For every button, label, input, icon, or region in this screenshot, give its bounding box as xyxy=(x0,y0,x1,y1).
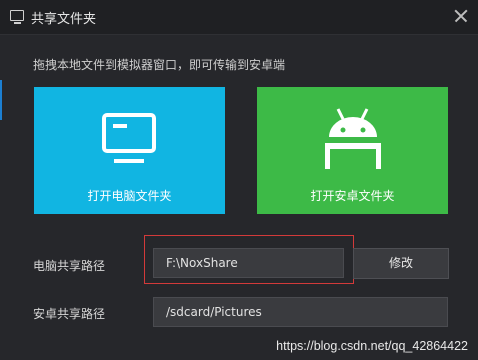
open-pc-folder-label: 打开电脑文件夹 xyxy=(87,189,172,203)
monitor-icon xyxy=(10,10,24,24)
modify-button[interactable]: 修改 xyxy=(353,248,449,279)
highlight-box xyxy=(144,235,354,284)
android-share-path-field[interactable]: /sdcard/Pictures xyxy=(153,297,448,327)
pc-share-path-label: 电脑共享路径 xyxy=(33,259,106,273)
open-android-folder-button[interactable]: 打开安卓文件夹 xyxy=(257,87,448,214)
open-android-folder-label: 打开安卓文件夹 xyxy=(310,189,395,203)
instruction-text: 拖拽本地文件到模拟器窗口，即可传输到安卓端 xyxy=(33,58,286,72)
close-icon[interactable] xyxy=(450,5,472,27)
title-bar: 共享文件夹 xyxy=(0,0,478,35)
open-pc-folder-button[interactable]: 打开电脑文件夹 xyxy=(34,87,225,214)
window-title: 共享文件夹 xyxy=(31,12,97,27)
window-edge-accent xyxy=(0,80,2,120)
android-share-path-label: 安卓共享路径 xyxy=(33,307,106,321)
watermark-text: https://blog.csdn.net/qq_42864422 xyxy=(276,339,468,353)
